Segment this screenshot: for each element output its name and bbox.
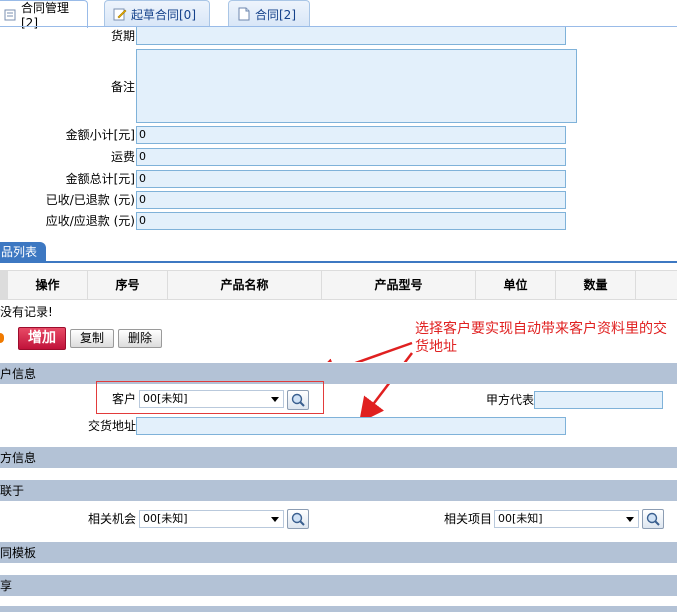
tab-label: 合同[2]: [255, 7, 296, 22]
opportunity-label: 相关机会: [87, 512, 136, 526]
edit-doc-icon: [113, 7, 127, 21]
tab-label: 起草合同[0]: [131, 7, 196, 22]
opportunity-lookup-button[interactable]: [287, 509, 309, 529]
empty-message: 没有记录!: [0, 305, 53, 319]
document-icon: [237, 7, 251, 21]
magnifier-icon: [291, 393, 305, 407]
section-related-to[interactable]: 联于: [0, 479, 677, 501]
delivery-period-label: 货期: [110, 29, 135, 43]
party-a-rep-input[interactable]: [534, 391, 663, 409]
remarks-textarea[interactable]: [136, 49, 577, 123]
product-grid-header: 操作 序号 产品名称 产品型号 单位 数量: [0, 270, 677, 300]
column-header[interactable]: 产品型号: [322, 271, 476, 299]
receivable-refundable-input[interactable]: 0: [136, 212, 566, 230]
delete-button[interactable]: 删除: [118, 329, 162, 348]
chevron-down-icon: [626, 517, 634, 522]
project-label: 相关项目: [443, 512, 492, 526]
opportunity-select[interactable]: 00[未知]: [139, 510, 284, 528]
tab-bar: 合同管理[2] 起草合同[0] 合同[2]: [0, 0, 677, 30]
freight-label: 运费: [110, 150, 135, 164]
column-header[interactable]: 单位: [476, 271, 556, 299]
list-icon: [3, 8, 17, 22]
product-list-divider: [0, 261, 677, 263]
customer-lookup-button[interactable]: [287, 390, 309, 410]
annotation-text: 选择客户要实现自动带来客户资料里的交货地址: [415, 321, 667, 355]
copy-button[interactable]: 复制: [70, 329, 114, 348]
customer-select[interactable]: 00[未知]: [139, 390, 284, 408]
column-header[interactable]: 产品名称: [168, 271, 322, 299]
section-contract-template[interactable]: 同模板: [0, 541, 677, 563]
tab-contract-management[interactable]: 合同管理[2]: [0, 0, 88, 30]
customer-select-value: 00[未知]: [143, 392, 188, 405]
customer-label: 客户: [111, 392, 136, 406]
product-list-tab[interactable]: 品列表: [0, 242, 46, 262]
column-header[interactable]: 操作: [8, 271, 88, 299]
received-refunded-input[interactable]: 0: [136, 191, 566, 209]
section-share[interactable]: 享: [0, 574, 677, 596]
row-selector-column: [0, 271, 8, 299]
freight-input[interactable]: 0: [136, 148, 566, 166]
delivery-period-input[interactable]: [136, 27, 566, 45]
column-header[interactable]: 序号: [88, 271, 168, 299]
total-input[interactable]: 0: [136, 170, 566, 188]
tab-draft-contract[interactable]: 起草合同[0]: [104, 0, 210, 27]
chevron-down-icon: [271, 517, 279, 522]
receivable-refundable-label: 应收/应退款 (元): [45, 214, 135, 228]
section-bar-partial: [0, 605, 677, 612]
project-select[interactable]: 00[未知]: [494, 510, 639, 528]
party-a-rep-label: 甲方代表: [485, 393, 534, 407]
remarks-label: 备注: [110, 80, 135, 94]
project-select-value: 00[未知]: [498, 512, 543, 525]
orange-bullet-icon: [0, 333, 4, 343]
delivery-address-label: 交货地址: [87, 419, 136, 433]
chevron-down-icon: [271, 397, 279, 402]
subtotal-label: 金额小计[元]: [65, 128, 135, 142]
total-label: 金额总计[元]: [65, 172, 135, 186]
delivery-address-input[interactable]: [136, 417, 566, 435]
tab-contract[interactable]: 合同[2]: [228, 0, 310, 27]
received-refunded-label: 已收/已退款 (元): [45, 193, 135, 207]
add-button[interactable]: 增加: [18, 327, 66, 350]
section-party-info[interactable]: 方信息: [0, 446, 677, 468]
project-lookup-button[interactable]: [642, 509, 664, 529]
column-header[interactable]: 数量: [556, 271, 636, 299]
opportunity-select-value: 00[未知]: [143, 512, 188, 525]
subtotal-input[interactable]: 0: [136, 126, 566, 144]
magnifier-icon: [291, 512, 305, 526]
magnifier-icon: [646, 512, 660, 526]
